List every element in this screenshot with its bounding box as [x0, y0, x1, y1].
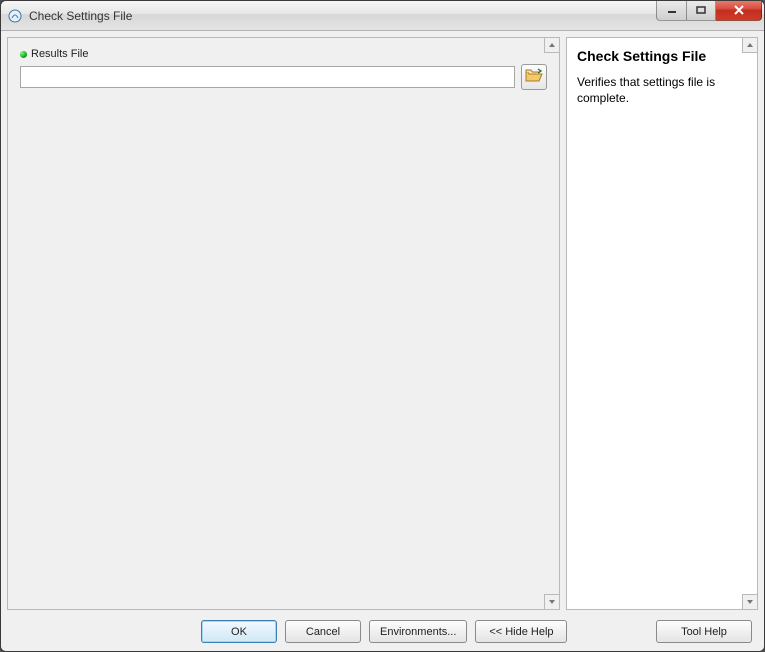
body-row: Results File [7, 37, 758, 610]
dialog-button-row: OK Cancel Environments... << Hide Help T… [7, 616, 758, 645]
hide-help-button[interactable]: << Hide Help [475, 620, 567, 643]
required-indicator-icon [20, 51, 27, 58]
browse-button[interactable] [521, 64, 547, 90]
results-file-label: Results File [31, 48, 88, 60]
help-scroll-down-button[interactable] [742, 594, 758, 610]
help-body-text: Verifies that settings file is complete. [577, 74, 747, 106]
parameters-panel: Results File [7, 37, 560, 610]
help-title: Check Settings File [577, 48, 747, 64]
window-controls [656, 1, 762, 21]
environments-button[interactable]: Environments... [369, 620, 467, 643]
help-scroll-up-button[interactable] [742, 37, 758, 53]
results-file-input-row [20, 64, 547, 90]
tool-help-button[interactable]: Tool Help [656, 620, 752, 643]
dialog-window: Check Settings File [0, 0, 765, 652]
title-bar[interactable]: Check Settings File [1, 1, 764, 31]
results-file-label-row: Results File [20, 48, 547, 60]
close-button[interactable] [716, 1, 762, 21]
scroll-down-button[interactable] [544, 594, 560, 610]
minimize-button[interactable] [656, 1, 686, 21]
help-panel: Check Settings File Verifies that settin… [566, 37, 758, 610]
app-icon [7, 8, 23, 24]
client-area: Results File [1, 31, 764, 651]
window-title: Check Settings File [29, 9, 656, 23]
cancel-button[interactable]: Cancel [285, 620, 361, 643]
ok-button[interactable]: OK [201, 620, 277, 643]
folder-open-icon [525, 68, 543, 87]
results-file-input[interactable] [20, 66, 515, 88]
scroll-up-button[interactable] [544, 37, 560, 53]
maximize-button[interactable] [686, 1, 716, 21]
